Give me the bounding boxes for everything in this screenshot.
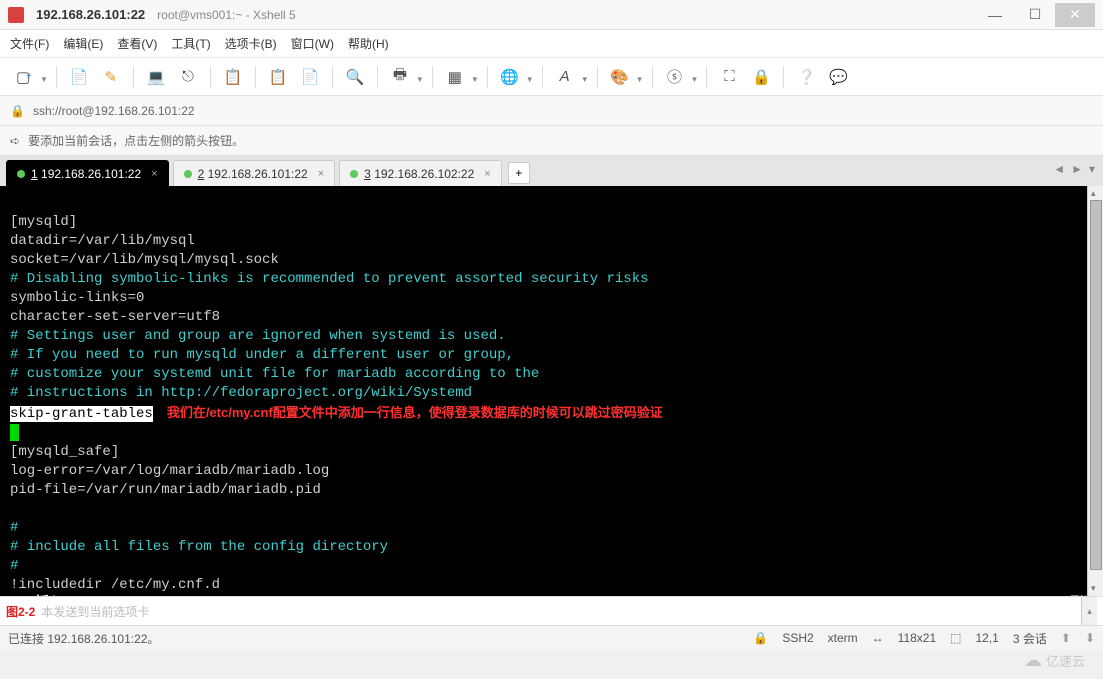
layout-icon[interactable]: ▦ <box>441 63 469 91</box>
terminal-scrollbar[interactable]: ▴ ▾ <box>1087 186 1103 596</box>
scrollbar-thumb[interactable] <box>1090 200 1102 570</box>
session-tab-2[interactable]: 2 192.168.26.101:22 × <box>173 160 336 186</box>
tab-menu-icon[interactable]: ▾ <box>1089 162 1095 176</box>
feedback-icon[interactable]: 💬 <box>824 63 852 91</box>
menu-file[interactable]: 文件(F) <box>10 35 49 52</box>
vim-mode: -- 插入 -- <box>10 595 88 596</box>
menu-edit[interactable]: 编辑(E) <box>63 35 103 52</box>
copy-icon[interactable]: 📋 <box>264 63 292 91</box>
paste-icon[interactable]: 📄 <box>296 63 324 91</box>
dropdown-icon[interactable]: ▼ <box>636 69 644 84</box>
add-tab-button[interactable]: + <box>508 162 530 184</box>
encoding-icon[interactable]: 🌐 <box>496 63 524 91</box>
figure-label: 图2-2 <box>6 603 35 620</box>
print-icon[interactable]: 🖶 <box>386 63 414 91</box>
menu-window[interactable]: 窗口(W) <box>291 35 334 52</box>
disconnect-icon[interactable]: ⎋ <box>174 63 202 91</box>
new-session-icon[interactable]: ▢+ <box>10 63 38 91</box>
status-ssh: SSH2 <box>782 631 813 645</box>
watermark: ☁ 亿速云 <box>1024 650 1085 671</box>
window-titlebar: 192.168.26.101:22 root@vms001:~ - Xshell… <box>0 0 1103 30</box>
dropdown-icon[interactable]: ▼ <box>40 69 48 84</box>
highlighted-config-line: skip-grant-tables <box>10 406 153 422</box>
close-button[interactable]: ✕ <box>1055 3 1095 27</box>
cursor-icon: ⬚ <box>950 631 961 645</box>
edit-icon[interactable]: ✎ <box>97 63 125 91</box>
menu-tabs[interactable]: 选项卡(B) <box>225 35 277 52</box>
menu-view[interactable]: 查看(V) <box>117 35 157 52</box>
lock-status-icon: 🔒 <box>753 631 768 645</box>
session-down-icon[interactable]: ⬇ <box>1085 631 1095 645</box>
close-tab-icon[interactable]: × <box>318 168 324 180</box>
tab-prev-icon[interactable]: ◄ <box>1053 162 1065 176</box>
vim-position: 12,1 <box>971 595 1005 596</box>
session-tab-1[interactable]: 1 192.168.26.101:22 × <box>6 160 169 186</box>
toolbar: ▢+▼ 📄 ✎ 💻 ⎋ 📋 📋 📄 🔍 🖶▼ ▦▼ 🌐▼ A▼ 🎨▼ ⓢ▼ ⛶ … <box>0 58 1103 96</box>
lock-icon[interactable]: 🔒 <box>747 63 775 91</box>
status-termtype: xterm <box>828 631 858 645</box>
status-sessions: 3 会话 <box>1013 630 1047 647</box>
cloud-icon: ☁ <box>1024 650 1042 671</box>
dropdown-icon[interactable]: ▼ <box>416 69 424 84</box>
status-dot-icon <box>17 170 25 178</box>
dropdown-icon[interactable]: ▼ <box>471 69 479 84</box>
annotation-text: 我们在/etc/my.cnf配置文件中添加一行信息，使得登录数据库的时候可以跳过… <box>167 405 663 420</box>
open-icon[interactable]: 📄 <box>65 63 93 91</box>
title-host: 192.168.26.101:22 <box>36 7 145 22</box>
terminal-cursor <box>10 424 19 441</box>
properties-icon[interactable]: 📋 <box>219 63 247 91</box>
compose-scrollbar[interactable]: ▴ <box>1081 597 1097 625</box>
session-tab-3[interactable]: 3 192.168.26.102:22 × <box>339 160 502 186</box>
tab-next-icon[interactable]: ► <box>1071 162 1083 176</box>
add-session-arrow-icon[interactable]: ➪ <box>10 134 20 148</box>
close-tab-icon[interactable]: × <box>484 168 490 180</box>
compose-input[interactable]: 本发送到当前选项卡 <box>41 603 1075 620</box>
scroll-up-icon[interactable]: ▴ <box>1091 188 1096 199</box>
dropdown-icon[interactable]: ▼ <box>581 69 589 84</box>
color-icon[interactable]: 🎨 <box>606 63 634 91</box>
help-icon[interactable]: ❔ <box>792 63 820 91</box>
menu-help[interactable]: 帮助(H) <box>348 35 389 52</box>
resize-icon: ↔ <box>872 631 884 645</box>
status-dot-icon <box>350 170 358 178</box>
minimize-button[interactable]: — <box>975 3 1015 27</box>
status-bar: 已连接 192.168.26.101:22。 🔒 SSH2 xterm ↔ 11… <box>0 626 1103 650</box>
hint-bar: ➪ 要添加当前会话，点击左侧的箭头按钮。 <box>0 126 1103 156</box>
status-connected: 已连接 192.168.26.101:22。 <box>8 630 159 647</box>
hint-text: 要添加当前会话，点击左侧的箭头按钮。 <box>28 132 244 149</box>
app-icon <box>8 7 24 23</box>
dropdown-icon[interactable]: ▼ <box>526 69 534 84</box>
close-tab-icon[interactable]: × <box>151 168 157 180</box>
status-size: 118x21 <box>898 631 936 645</box>
script-icon[interactable]: ⓢ <box>661 63 689 91</box>
fullscreen-icon[interactable]: ⛶ <box>715 63 743 91</box>
status-dot-icon <box>184 170 192 178</box>
menu-bar: 文件(F) 编辑(E) 查看(V) 工具(T) 选项卡(B) 窗口(W) 帮助(… <box>0 30 1103 58</box>
address-bar: 🔒 ssh://root@192.168.26.101:22 <box>0 96 1103 126</box>
ssh-protocol-icon: 🔒 <box>10 104 25 118</box>
compose-bar: 图2-2 本发送到当前选项卡 ▴ <box>0 596 1103 626</box>
session-up-icon[interactable]: ⬆ <box>1061 631 1071 645</box>
reconnect-icon[interactable]: 💻 <box>142 63 170 91</box>
dropdown-icon[interactable]: ▼ <box>691 69 699 84</box>
title-subtitle: root@vms001:~ - Xshell 5 <box>157 8 296 22</box>
session-tabbar: 1 192.168.26.101:22 × 2 192.168.26.101:2… <box>0 156 1103 186</box>
menu-tools[interactable]: 工具(T) <box>171 35 210 52</box>
find-icon[interactable]: 🔍 <box>341 63 369 91</box>
status-cursor: 12,1 <box>976 631 999 645</box>
font-icon[interactable]: A <box>551 63 579 91</box>
address-url[interactable]: ssh://root@192.168.26.101:22 <box>33 104 195 118</box>
scroll-down-icon[interactable]: ▾ <box>1091 583 1096 594</box>
terminal-pane[interactable]: [mysqld] datadir=/var/lib/mysql socket=/… <box>0 186 1103 596</box>
maximize-button[interactable]: ☐ <box>1015 3 1055 27</box>
